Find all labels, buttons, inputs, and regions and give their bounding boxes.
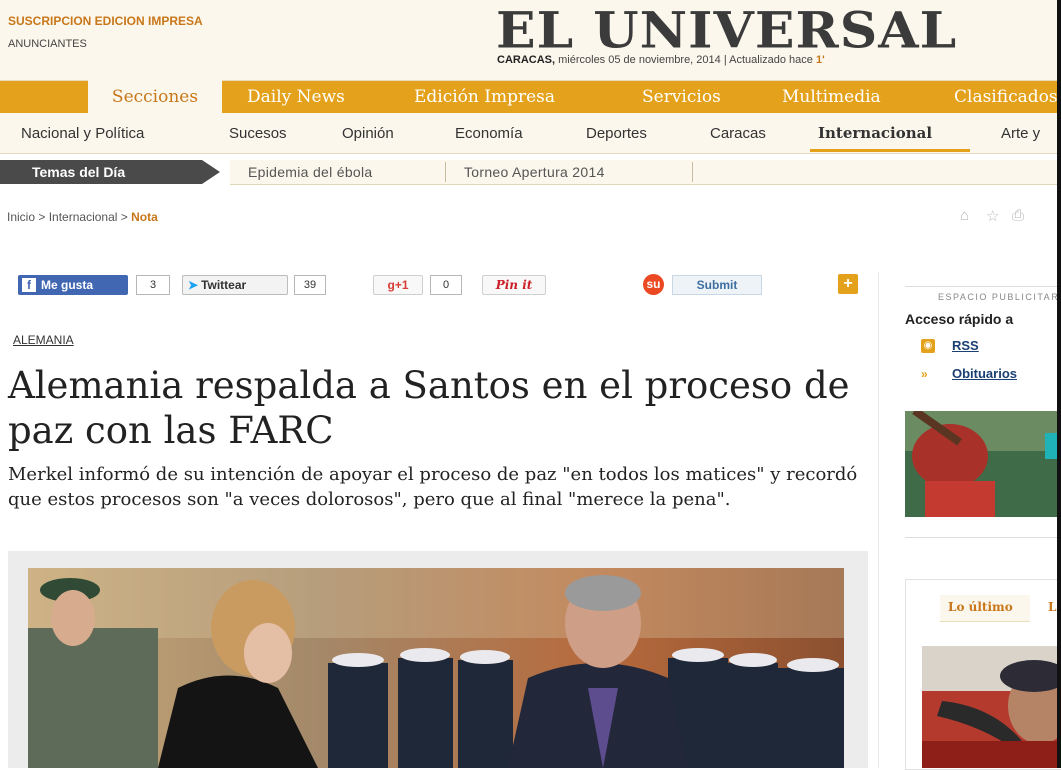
site-logo[interactable]: EL UNIVERSAL <box>496 2 957 60</box>
tab-servicios[interactable]: Servicios <box>642 81 721 113</box>
subscription-link[interactable]: SUSCRIPCION EDICION IMPRESA <box>8 14 203 28</box>
article-kicker[interactable]: ALEMANIA <box>13 333 74 347</box>
tab-secciones[interactable]: Secciones <box>88 75 222 113</box>
print-icon[interactable]: ⎙ <box>1012 207 1024 224</box>
article-headline: Alemania respalda a Santos en el proceso… <box>8 364 850 452</box>
obituaries-link[interactable]: Obituarios <box>952 366 1017 381</box>
quick-access-title: Acceso rápido a <box>905 311 1014 327</box>
breadcrumb: Inicio > Internacional > Nota <box>7 210 158 224</box>
breadcrumb-sep: > <box>38 210 46 224</box>
dateline-text: miércoles 05 de noviembre, 2014 | Actual… <box>555 54 816 66</box>
window-edge <box>1057 0 1061 768</box>
article-summary: Merkel informó de su intención de apoyar… <box>8 464 858 510</box>
updated-value: 1' <box>815 54 825 66</box>
dateline-city: CARACAS, <box>497 54 556 66</box>
column-divider <box>878 272 879 768</box>
star-icon[interactable]: ☆ <box>986 207 999 225</box>
nav-economia[interactable]: Economía <box>455 125 523 142</box>
nav-caracas[interactable]: Caracas <box>710 125 766 142</box>
tab-next[interactable]: L <box>1048 595 1056 619</box>
google-plus-count: 0 <box>430 275 462 295</box>
nav-deportes[interactable]: Deportes <box>586 125 647 142</box>
rss-icon: ◉ <box>921 339 935 353</box>
tab-daily-news[interactable]: Daily News <box>247 81 345 113</box>
facebook-like-label: Me gusta <box>41 278 94 292</box>
breadcrumb-current: Nota <box>131 210 158 224</box>
temas-del-dia-bar: Temas del Día Epidemia del ébola Torneo … <box>0 158 1061 186</box>
tema-divider <box>692 162 693 182</box>
tab-lo-ultimo[interactable]: Lo último <box>940 595 1030 622</box>
temas-label: Temas del Día <box>0 160 202 184</box>
facebook-icon: f <box>22 278 36 292</box>
twitter-count: 39 <box>294 275 326 295</box>
active-nav-underline <box>810 149 970 152</box>
submit-button[interactable]: Submit <box>672 275 762 295</box>
nav-opinion[interactable]: Opinión <box>342 125 394 142</box>
nav-arte[interactable]: Arte y <box>1001 125 1040 142</box>
tab-multimedia[interactable]: Multimedia <box>782 81 881 113</box>
breadcrumb-section[interactable]: Internacional <box>49 210 118 224</box>
google-plus-icon: g <box>387 278 395 292</box>
twitter-tweet-label: Twittear <box>201 278 247 292</box>
article-photo[interactable] <box>28 568 844 768</box>
pinterest-button[interactable]: Pin it <box>482 275 546 295</box>
tab-clasificados[interactable]: Clasificados <box>954 81 1058 113</box>
sidebar-promo-image[interactable] <box>905 411 1061 517</box>
dateline: CARACAS, miércoles 05 de noviembre, 2014… <box>497 54 825 66</box>
sections-bar: Secciones Daily News Edición Impresa Ser… <box>0 75 1061 113</box>
category-nav: Nacional y Política Sucesos Opinión Econ… <box>0 113 1061 154</box>
home-icon[interactable]: ⌂ <box>960 207 969 224</box>
google-plus-label: +1 <box>394 278 409 292</box>
nav-sucesos[interactable]: Sucesos <box>229 125 287 142</box>
breadcrumb-home[interactable]: Inicio <box>7 210 35 224</box>
ad-divider <box>905 286 1061 287</box>
plus-icon[interactable]: + <box>838 274 858 294</box>
nav-internacional[interactable]: Internacional <box>818 124 932 142</box>
tab-edicion-impresa[interactable]: Edición Impresa <box>414 81 555 113</box>
tema-divider <box>445 162 446 182</box>
rss-link[interactable]: RSS <box>952 338 979 353</box>
twitter-bird-icon: ➤ <box>188 278 199 292</box>
facebook-like-button[interactable]: f Me gusta <box>18 275 128 295</box>
ad-label: ESPACIO PUBLICITARIO <box>935 292 1061 302</box>
nav-nacional-politica[interactable]: Nacional y Política <box>21 125 144 142</box>
double-chevron-icon: » <box>921 367 928 381</box>
google-plus-button[interactable]: g+1 <box>373 275 423 295</box>
advertisers-link[interactable]: ANUNCIANTES <box>8 38 87 50</box>
sidebar-divider <box>905 537 1061 538</box>
stumbleupon-icon[interactable]: su <box>643 274 664 295</box>
twitter-tweet-button[interactable]: ➤ Twittear <box>182 275 288 295</box>
tema-ebola[interactable]: Epidemia del ébola <box>248 164 372 180</box>
temas-arrow <box>202 160 220 184</box>
tema-torneo[interactable]: Torneo Apertura 2014 <box>464 164 605 180</box>
breadcrumb-sep: > <box>120 210 128 224</box>
latest-news-image[interactable] <box>922 646 1061 768</box>
facebook-count: 3 <box>136 275 170 295</box>
